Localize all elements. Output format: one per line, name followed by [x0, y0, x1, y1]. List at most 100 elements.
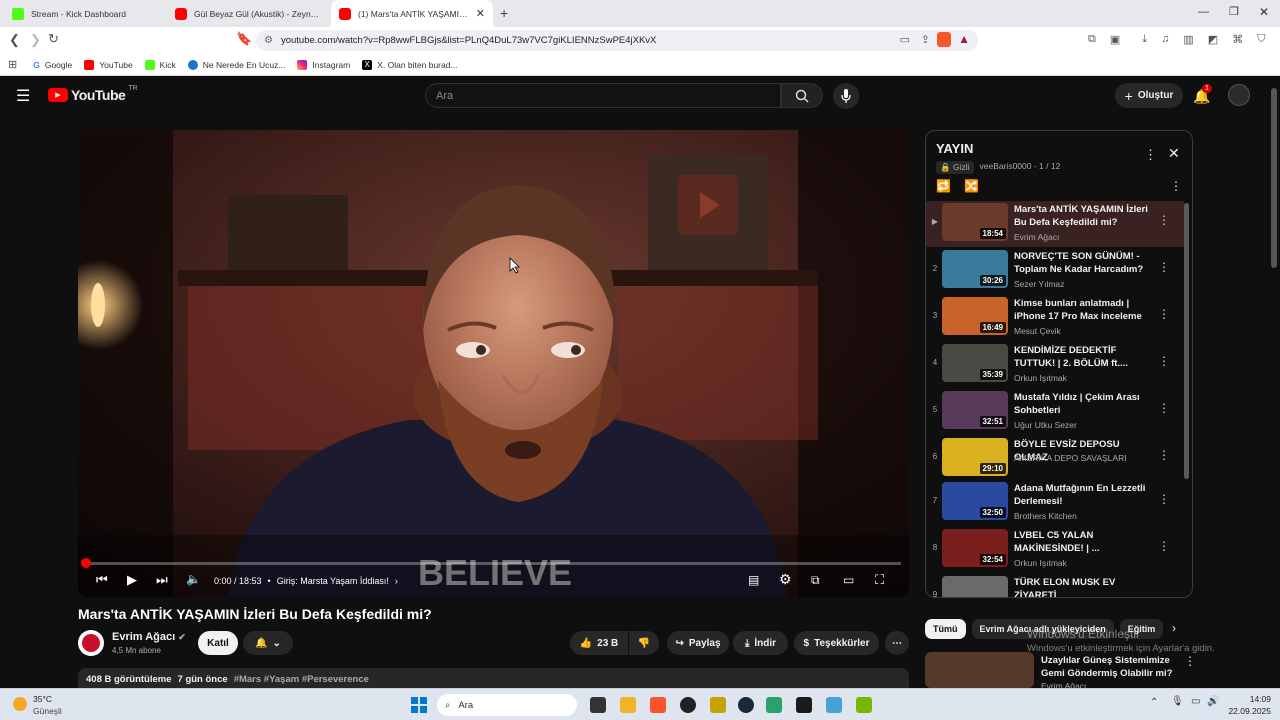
vpn-icon[interactable]: ⌘ [1232, 33, 1243, 46]
app-icon[interactable] [766, 697, 782, 713]
audio-app-icon[interactable] [710, 697, 726, 713]
browser-tab-kick[interactable]: Stream - Kick Dashboard [4, 0, 166, 27]
chevron-right-icon[interactable]: › [1172, 621, 1176, 635]
channel-avatar[interactable] [78, 630, 104, 656]
chevron-up-icon[interactable]: ⌃ [1150, 697, 1158, 708]
sidebar-icon[interactable]: ▥ [1183, 33, 1193, 46]
clock-date[interactable]: 22.09.2025 [1225, 706, 1271, 716]
hamburger-menu-icon[interactable]: ☰ [16, 86, 30, 106]
loop-icon[interactable]: 🔁 [936, 179, 951, 193]
hashtags[interactable]: #Mars #Yaşam #Perseverence [234, 674, 369, 685]
subtitles-icon[interactable]: ▤ [748, 573, 759, 587]
bookmark-kick[interactable]: Kick [144, 59, 176, 70]
shield-icon[interactable]: ⛉ [1257, 33, 1265, 46]
playlist-item[interactable]: 2 30:26 NORVEÇ'TE SON GÜNÜM! - Toplam Ne… [926, 248, 1184, 294]
notifications-button[interactable]: 🔔 1 [1193, 84, 1212, 105]
playlist-item[interactable]: 5 32:51 Mustafa Yıldız | Çekim Arası Soh… [926, 389, 1184, 435]
url-text[interactable]: youtube.com/watch?v=Rp8wwFLBGjs&list=PLn… [281, 35, 656, 46]
bookmark-icon[interactable]: 🔖 [236, 31, 252, 47]
weather-text[interactable]: Güneşli [33, 706, 62, 716]
theater-mode-icon[interactable]: ▭ [843, 573, 854, 587]
more-vertical-icon[interactable]: ⋮ [1170, 179, 1182, 193]
more-vertical-icon[interactable]: ⋮ [1158, 260, 1170, 274]
forward-icon[interactable]: ❯ [30, 32, 41, 48]
task-view-icon[interactable] [590, 697, 606, 713]
share-icon[interactable]: ⇪ [921, 33, 930, 46]
brave-rewards-icon[interactable]: ▲ [958, 32, 970, 46]
suggested-thumbnail[interactable] [925, 652, 1034, 688]
back-icon[interactable]: ❮ [9, 32, 20, 48]
suggested-title[interactable]: Uzaylılar Güneş Sistemimize Gemi Gönderm… [1041, 654, 1181, 680]
download-button[interactable]: ⤓ İndir [733, 631, 788, 655]
brave-shield-icon[interactable] [937, 32, 951, 47]
restore-button[interactable]: ❐ [1229, 5, 1239, 18]
playlist-item[interactable]: 4 35:39 KENDİMİZE DEDEKTİF TUTTUK! | 2. … [926, 342, 1184, 388]
playlist-item[interactable]: 7 32:50 Adana Mutfağının En Lezzetli Der… [926, 480, 1184, 526]
more-vertical-icon[interactable]: ⋮ [1158, 213, 1170, 227]
thanks-button[interactable]: $ Teşekkürler [794, 631, 879, 655]
microphone-icon[interactable]: 🎙 [1171, 696, 1184, 707]
cast-icon[interactable]: ▭ [900, 33, 910, 46]
more-vertical-icon[interactable]: ⋮ [1158, 307, 1170, 321]
video-player[interactable]: BELIEVE ⏮ ▶ ⏭ 🔈 0:00 / 18:53 • Giriş: Ma… [78, 130, 909, 597]
playlist-item[interactable]: 9 TÜRK ELON MUSK EV ZİYARETİ [926, 574, 1184, 597]
more-vertical-icon[interactable]: ⋮ [1158, 401, 1170, 415]
search-input[interactable]: Ara [425, 83, 781, 108]
new-tab-button[interactable]: + [500, 5, 508, 21]
youtube-logo[interactable]: ▶ YouTube TR [48, 85, 138, 103]
more-vertical-icon[interactable]: ⋮ [1158, 448, 1170, 462]
reload-icon[interactable]: ↻ [48, 31, 59, 47]
shuffle-icon[interactable]: 🔀 [964, 179, 979, 193]
address-bar[interactable]: ⚙ youtube.com/watch?v=Rp8wwFLBGjs&list=P… [256, 30, 978, 51]
description-box[interactable]: 408 B görüntüleme 7 gün önce #Mars #Yaşa… [78, 668, 909, 690]
fullscreen-icon[interactable]: ⛶ [875, 572, 884, 588]
temperature[interactable]: 35°C [33, 694, 52, 704]
obs-icon[interactable] [680, 697, 696, 713]
windows-start-icon[interactable] [411, 697, 427, 713]
account-avatar[interactable] [1228, 84, 1250, 106]
site-info-icon[interactable]: ⚙ [264, 35, 273, 46]
nvidia-icon[interactable] [856, 697, 872, 713]
like-button[interactable]: 👍 23 B [570, 631, 628, 655]
volume-icon[interactable]: 🔈 [186, 572, 201, 586]
miniplayer-icon[interactable]: ⧉ [811, 573, 820, 588]
extensions-icon[interactable]: ⧉ [1088, 33, 1096, 46]
more-vertical-icon[interactable]: ⋮ [1158, 354, 1170, 368]
playlist-scrollbar[interactable] [1184, 203, 1189, 479]
bookmark-x[interactable]: X X. Olan biten burad... [362, 59, 458, 70]
chapter-title[interactable]: Giriş: Marsta Yaşam İddiası! [277, 576, 389, 586]
search-button[interactable] [781, 83, 823, 108]
bookmark-instagram[interactable]: Instagram [297, 59, 350, 70]
leo-icon[interactable]: ◩ [1208, 33, 1218, 46]
terminal-icon[interactable] [796, 697, 812, 713]
close-window-button[interactable]: ✕ [1259, 5, 1269, 19]
taskbar-search[interactable]: ⌕ Ara [437, 694, 577, 716]
playlist-item[interactable]: 3 16:49 Kimse bunları anlatmadı | iPhone… [926, 295, 1184, 341]
chevron-right-icon[interactable]: › [395, 576, 398, 586]
minimize-button[interactable]: — [1198, 6, 1209, 18]
brave-browser-icon[interactable] [650, 697, 666, 713]
bookmark-youtube[interactable]: YouTube [84, 59, 133, 70]
playlist-item[interactable]: 6 29:10 BÖYLE EVSİZ DEPOSU OLMAZ AMERİKA… [926, 436, 1184, 482]
more-vertical-icon[interactable]: ⋮ [1158, 492, 1170, 506]
settings-gear-icon[interactable]: ⚙ [779, 571, 792, 588]
share-button[interactable]: ↪ Paylaş [667, 631, 729, 655]
playlist-item[interactable]: 8 32:54 LVBEL C5 YALAN MAKİNESİNDE! | ..… [926, 527, 1184, 573]
media-icon[interactable]: ♫ [1161, 33, 1169, 46]
next-icon[interactable]: ⏭ [156, 572, 168, 588]
speaker-icon[interactable]: 🔊 [1207, 696, 1219, 707]
voice-search-button[interactable] [833, 83, 859, 109]
browser-tab-music[interactable]: Gül Beyaz Gül (Akustik) - Zeynep... [167, 0, 329, 27]
join-button[interactable]: Katıl [198, 631, 238, 655]
playlist-title[interactable]: YAYIN [936, 141, 973, 156]
more-actions-button[interactable]: ⋯ [885, 631, 909, 655]
page-scrollbar[interactable] [1271, 88, 1277, 268]
apps-grid-icon[interactable]: ⊞ [8, 58, 17, 71]
play-icon[interactable]: ▶ [127, 572, 137, 588]
more-vertical-icon[interactable]: ⋮ [1144, 147, 1157, 163]
previous-icon[interactable]: ⏮ [96, 572, 108, 588]
subscribed-bell-button[interactable]: 🔔 ⌄ [243, 631, 293, 655]
wallet-icon[interactable]: ▣ [1110, 33, 1120, 46]
bookmark-price[interactable]: Ne Nerede En Ucuz... [187, 59, 285, 70]
playlist-item-active[interactable]: ▶ 18:54 Mars'ta ANTİK YAŞAMIN İzleri Bu … [926, 201, 1184, 247]
